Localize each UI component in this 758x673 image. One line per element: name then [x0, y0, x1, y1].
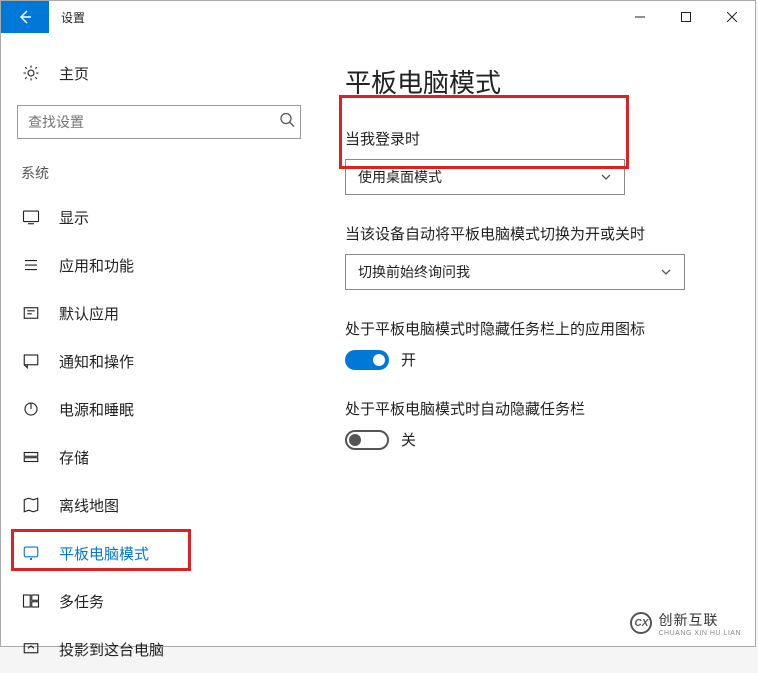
sidebar-item-power[interactable]: 电源和睡眠 — [1, 385, 317, 433]
close-icon — [727, 12, 737, 22]
setting-auto-hide-taskbar: 处于平板电脑模式时自动隐藏任务栏 关 — [345, 398, 735, 450]
sidebar-item-label: 投影到这台电脑 — [59, 639, 164, 660]
sidebar-item-notifications[interactable]: 通知和操作 — [1, 337, 317, 385]
search-icon — [279, 112, 295, 128]
settings-window: 设置 主页 系统 显示 — [0, 0, 756, 647]
sidebar-item-display[interactable]: 显示 — [1, 193, 317, 241]
setting-label: 当该设备自动将平板电脑模式切换为开或关时 — [345, 223, 735, 244]
maximize-icon — [681, 12, 691, 22]
arrow-left-icon — [17, 9, 33, 25]
sidebar-item-storage[interactable]: 存储 — [1, 433, 317, 481]
toggle-state-label: 开 — [401, 349, 416, 370]
storage-icon — [22, 448, 40, 466]
tablet-icon — [22, 544, 40, 562]
window-body: 主页 系统 显示 应用和功能 默认应 — [1, 33, 755, 646]
setting-label: 处于平板电脑模式时隐藏任务栏上的应用图标 — [345, 318, 735, 339]
setting-label: 处于平板电脑模式时自动隐藏任务栏 — [345, 398, 735, 419]
sidebar-item-label: 平板电脑模式 — [59, 543, 149, 564]
sidebar-item-projecting[interactable]: 投影到这台电脑 — [1, 625, 317, 673]
minimize-button[interactable] — [617, 1, 663, 33]
watermark: CX 创新互联 CHUANG XIN HU LIAN — [622, 606, 749, 640]
hide-app-icons-toggle[interactable] — [345, 350, 389, 370]
window-title: 设置 — [61, 9, 85, 26]
multitask-icon — [22, 592, 40, 610]
watermark-text-en: CHUANG XIN HU LIAN — [658, 630, 741, 637]
page-title: 平板电脑模式 — [345, 63, 735, 100]
maximize-button[interactable] — [663, 1, 709, 33]
sidebar-section-title: 系统 — [21, 163, 297, 183]
map-icon — [22, 496, 40, 514]
sidebar-item-label: 电源和睡眠 — [59, 399, 134, 420]
chevron-down-icon — [660, 266, 672, 278]
toggle-state-label: 关 — [401, 429, 416, 450]
minimize-icon — [635, 12, 645, 22]
chevron-down-icon — [600, 171, 612, 183]
sidebar-item-default-apps[interactable]: 默认应用 — [1, 289, 317, 337]
display-icon — [22, 208, 40, 226]
titlebar: 设置 — [1, 1, 755, 33]
watermark-logo-icon: CX — [630, 612, 652, 634]
setting-hide-app-icons: 处于平板电脑模式时隐藏任务栏上的应用图标 开 — [345, 318, 735, 370]
project-icon — [22, 640, 40, 658]
defaults-icon — [22, 304, 40, 322]
gear-icon — [22, 64, 40, 82]
window-controls — [617, 1, 755, 33]
back-button[interactable] — [1, 1, 49, 33]
list-icon — [22, 256, 40, 274]
sidebar-item-label: 离线地图 — [59, 495, 119, 516]
notification-icon — [22, 352, 40, 370]
setting-signin-mode: 当我登录时 使用桌面模式 — [345, 128, 735, 195]
sidebar-home[interactable]: 主页 — [1, 53, 317, 93]
power-icon — [22, 400, 40, 418]
sidebar-home-label: 主页 — [59, 63, 89, 84]
dropdown-value: 使用桌面模式 — [358, 167, 442, 187]
signin-mode-dropdown[interactable]: 使用桌面模式 — [345, 159, 625, 195]
search-input[interactable] — [17, 105, 301, 139]
sidebar-item-apps[interactable]: 应用和功能 — [1, 241, 317, 289]
main-content: 平板电脑模式 当我登录时 使用桌面模式 当该设备自动将平板电脑模式切换为开或关时… — [317, 33, 755, 646]
setting-auto-switch: 当该设备自动将平板电脑模式切换为开或关时 切换前始终询问我 — [345, 223, 735, 290]
watermark-text-cn: 创新互联 — [658, 610, 741, 630]
sidebar-item-label: 通知和操作 — [59, 351, 134, 372]
auto-switch-dropdown[interactable]: 切换前始终询问我 — [345, 254, 685, 290]
sidebar-item-label: 应用和功能 — [59, 255, 134, 276]
sidebar-item-label: 显示 — [59, 207, 89, 228]
sidebar-item-label: 多任务 — [59, 591, 104, 612]
search-button[interactable] — [279, 112, 295, 133]
setting-label: 当我登录时 — [345, 128, 735, 149]
sidebar-item-tablet-mode[interactable]: 平板电脑模式 — [1, 529, 317, 577]
sidebar-item-multitasking[interactable]: 多任务 — [1, 577, 317, 625]
sidebar-item-label: 存储 — [59, 447, 89, 468]
sidebar-nav: 显示 应用和功能 默认应用 通知和操作 电源和睡眠 — [1, 193, 317, 673]
sidebar-item-maps[interactable]: 离线地图 — [1, 481, 317, 529]
sidebar-item-label: 默认应用 — [59, 303, 119, 324]
dropdown-value: 切换前始终询问我 — [358, 262, 470, 282]
sidebar: 主页 系统 显示 应用和功能 默认应 — [1, 33, 317, 646]
auto-hide-taskbar-toggle[interactable] — [345, 430, 389, 450]
close-button[interactable] — [709, 1, 755, 33]
